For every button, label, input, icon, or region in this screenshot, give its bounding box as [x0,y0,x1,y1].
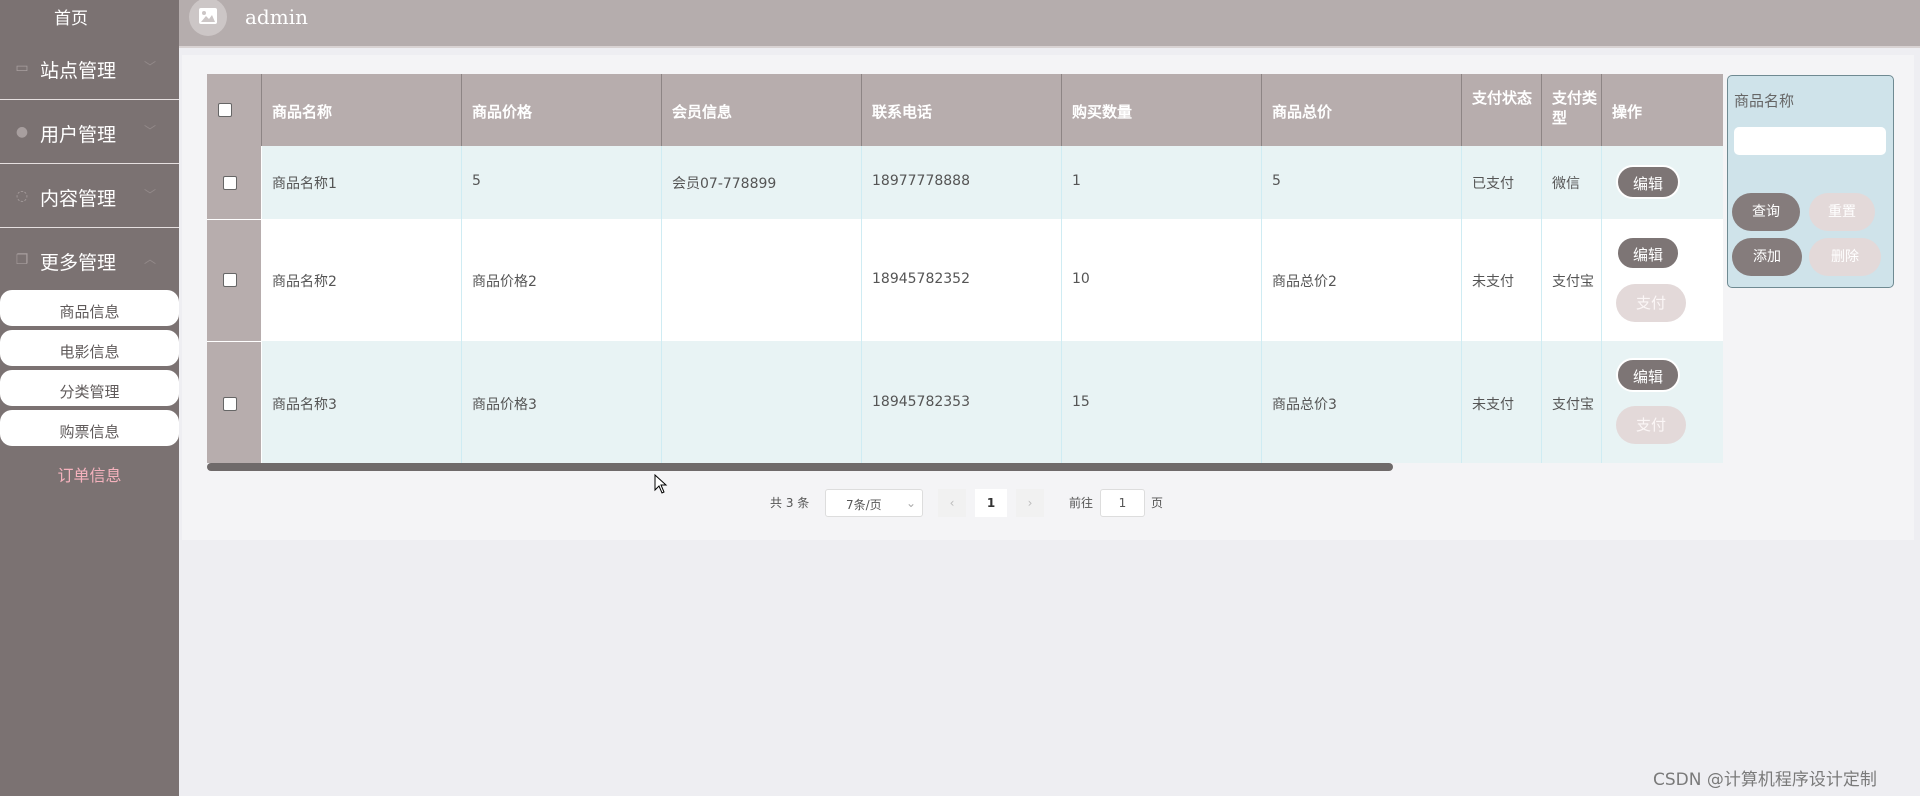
submenu-order-info[interactable]: 订单信息 [0,462,179,486]
cell-product-name: 商品名称1 [262,146,462,219]
cell-member [662,341,862,463]
cell-quantity: 10 [1062,219,1262,341]
goto-page-input[interactable]: 1 [1100,489,1145,517]
cell-product-name: 商品名称2 [262,219,462,341]
top-header: admin [179,0,1920,48]
row-checkbox[interactable] [223,176,237,190]
prev-page-button[interactable]: ‹ [938,489,966,517]
cell-price: 商品价格3 [462,341,662,463]
menu-label: 用户管理 [40,124,117,146]
cell-actions: 编辑 [1602,146,1723,219]
pay-button[interactable]: 支付 [1616,406,1686,444]
menu-label: 更多管理 [40,252,117,274]
cell-actions: 编辑 支付 [1602,219,1723,341]
row-checkbox[interactable] [223,397,237,411]
cell-total: 5 [1262,146,1462,219]
table-row: 商品名称1 5 会员07-778899 18977778888 1 5 已支付 … [207,146,1723,219]
page-unit-label: 页 [1151,496,1164,510]
chevron-up-icon: ︿ [144,252,157,266]
goto-label: 前往 [1069,496,1094,510]
cell-member [662,219,862,341]
page-number-button[interactable]: 1 [975,489,1007,517]
add-button[interactable]: 添加 [1732,238,1802,276]
menu-more-management[interactable]: ❐ 更多管理 ︿ [0,230,179,292]
cell-price: 5 [462,146,662,219]
edit-button[interactable]: 编辑 [1616,236,1680,270]
menu-site-management[interactable]: ▭ 站点管理 ﹀ [0,38,179,100]
cell-product-name: 商品名称3 [262,341,462,463]
cell-pay-type: 微信 [1542,146,1602,219]
reset-button[interactable]: 重置 [1809,193,1875,231]
cell-actions: 编辑 支付 [1602,341,1723,463]
row-checkbox[interactable] [223,273,237,287]
user-icon: ● [15,124,29,140]
row-select [207,146,262,219]
menu-label: 站点管理 [40,60,117,82]
submenu-ticket-info[interactable]: 购票信息 [0,410,179,446]
image-icon [199,8,217,24]
sidebar-home-link[interactable]: 首页 [0,4,142,29]
avatar[interactable] [189,0,227,36]
copy-icon: ❐ [15,252,29,268]
row-select [207,341,262,463]
cell-member: 会员07-778899 [662,146,862,219]
mouse-cursor-icon [654,474,668,494]
cell-total: 商品总价2 [1262,219,1462,341]
cell-total: 商品总价3 [1262,341,1462,463]
sidebar: 首页 ▭ 站点管理 ﹀ ● 用户管理 ﹀ ◌ 内容管理 ﹀ ❐ 更多管理 ︿ 商… [0,0,179,796]
chevron-down-icon: ⌄ [906,496,917,510]
select-all-checkbox[interactable] [218,103,232,117]
cell-pay-status: 未支付 [1462,341,1542,463]
delete-button[interactable]: 删除 [1809,238,1881,276]
watermark: CSDN @计算机程序设计定制 [1653,770,1877,790]
pay-button[interactable]: 支付 [1616,284,1686,322]
query-button[interactable]: 查询 [1732,193,1800,231]
search-panel: 商品名称 查询 重置 添加 删除 [1727,75,1894,288]
page-size-select[interactable]: 7条/页 ⌄ [825,489,923,517]
header-pay-type[interactable]: 支付类型 [1542,74,1602,146]
header-product-price[interactable]: 商品价格 [462,74,662,146]
chat-icon: ◌ [15,188,29,204]
edit-button[interactable]: 编辑 [1616,358,1680,392]
next-page-button[interactable]: › [1016,489,1044,517]
table-row: 商品名称2 商品价格2 18945782352 10 商品总价2 未支付 支付宝… [207,219,1723,341]
header-product-name[interactable]: 商品名称 [262,74,462,146]
submenu-movie-info[interactable]: 电影信息 [0,330,179,366]
header-quantity[interactable]: 购买数量 [1062,74,1262,146]
cell-phone: 18945782353 [862,341,1062,463]
submenu-category-management[interactable]: 分类管理 [0,370,179,406]
header-member-info[interactable]: 会员信息 [662,74,862,146]
cell-pay-type: 支付宝 [1542,219,1602,341]
order-table: 商品名称 商品价格 会员信息 联系电话 购买数量 商品总价 支付状态 支付类型 … [207,74,1723,463]
search-label: 商品名称 [1734,92,1795,110]
menu-user-management[interactable]: ● 用户管理 ﹀ [0,102,179,164]
edit-button[interactable]: 编辑 [1616,165,1680,199]
row-select [207,219,262,341]
cell-pay-status: 未支付 [1462,219,1542,341]
table-scrollbar[interactable] [207,463,1393,471]
submenu-product-info[interactable]: 商品信息 [0,290,179,326]
header-total-price[interactable]: 商品总价 [1262,74,1462,146]
cell-phone: 18977778888 [862,146,1062,219]
menu-label: 内容管理 [40,188,117,210]
cell-pay-status: 已支付 [1462,146,1542,219]
menu-content-management[interactable]: ◌ 内容管理 ﹀ [0,166,179,228]
chevron-down-icon: ﹀ [144,124,157,138]
header-pay-status[interactable]: 支付状态 [1462,74,1542,146]
cell-price: 商品价格2 [462,219,662,341]
pagination-total: 共 3 条 [770,496,810,510]
cell-phone: 18945782352 [862,219,1062,341]
header-select-all [207,74,262,146]
chevron-down-icon: ﹀ [144,188,157,202]
username-label[interactable]: admin [245,5,308,29]
monitor-icon: ▭ [15,60,29,76]
cell-quantity: 15 [1062,341,1262,463]
chevron-down-icon: ﹀ [144,60,157,74]
header-actions: 操作 [1602,74,1723,146]
cell-pay-type: 支付宝 [1542,341,1602,463]
cell-quantity: 1 [1062,146,1262,219]
table-row: 商品名称3 商品价格3 18945782353 15 商品总价3 未支付 支付宝… [207,341,1723,463]
header-phone[interactable]: 联系电话 [862,74,1062,146]
product-name-search-input[interactable] [1734,127,1886,155]
